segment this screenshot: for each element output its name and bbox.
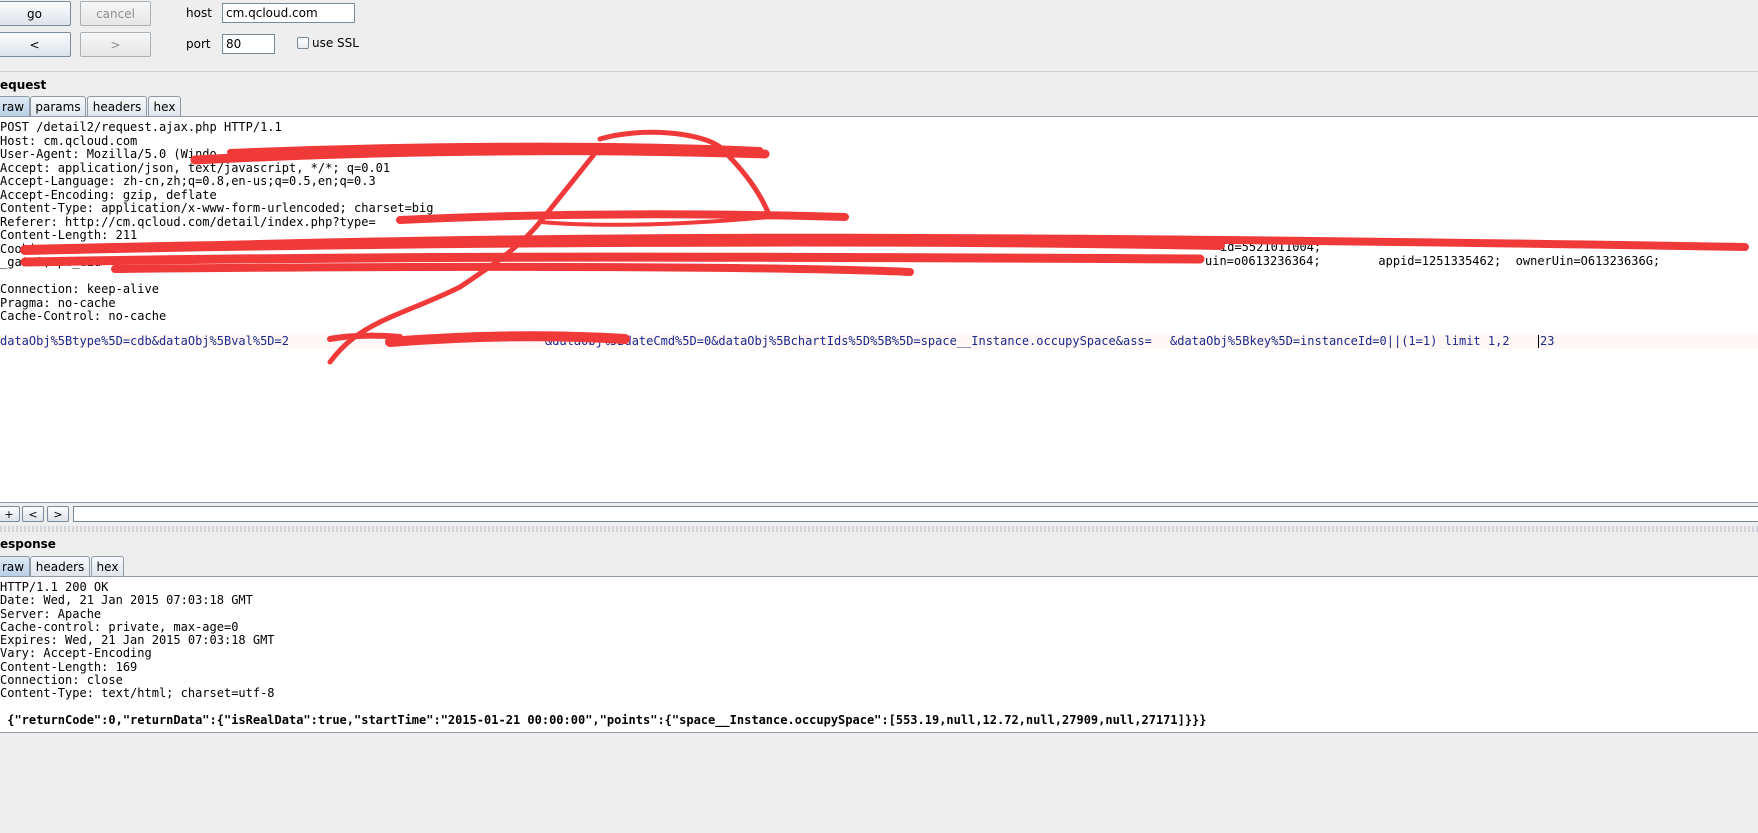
response-line: Expires: Wed, 21 Jan 2015 07:03:18 GMT (0, 633, 275, 648)
response-json-body: {"returnCode":0,"returnData":{"isRealDat… (0, 713, 1207, 727)
request-tab-raw[interactable]: raw (0, 96, 30, 116)
forward-button[interactable]: > (80, 32, 151, 57)
request-tab-params[interactable]: params (30, 96, 86, 116)
response-line: Content-Type: text/html; charset=utf-8 (0, 686, 275, 701)
use-ssl-checkbox[interactable] (297, 37, 309, 49)
pane-splitter[interactable] (0, 526, 1758, 532)
response-header-lines: HTTP/1.1 200 OK Date: Wed, 21 Jan 2015 07… (0, 580, 275, 700)
response-line: Vary: Accept-Encoding (0, 646, 152, 661)
host-input[interactable]: cm.qcloud.com (222, 3, 355, 23)
response-tab-raw[interactable]: raw (0, 556, 30, 576)
request-raw-editor[interactable]: POST /detail2/request.ajax.php HTTP/1.1 H… (0, 116, 1758, 503)
response-line: Cache-control: private, max-age=0 (0, 619, 239, 634)
response-tab-headers[interactable]: headers (30, 556, 90, 576)
response-raw-viewer[interactable]: HTTP/1.1 200 OK Date: Wed, 21 Jan 2015 07… (0, 576, 1758, 733)
go-button[interactable]: go (0, 1, 71, 26)
back-button[interactable]: < (0, 32, 71, 57)
use-ssl-label: use SSL (312, 36, 359, 50)
request-section-title: equest (0, 78, 47, 92)
response-section-title: esponse (0, 537, 56, 551)
response-line: Server: Apache (0, 606, 102, 621)
response-line: Content-Length: 169 (0, 659, 138, 674)
next-match-button[interactable]: > (47, 506, 69, 522)
response-line: Date: Wed, 21 Jan 2015 07:03:18 GMT (0, 593, 253, 608)
port-label: port (186, 37, 211, 51)
toolbar-divider (0, 71, 1758, 72)
cancel-button[interactable]: cancel (80, 1, 151, 26)
prev-match-button[interactable]: < (22, 506, 44, 522)
redaction-scribbles (20, 129, 1749, 365)
response-line: HTTP/1.1 200 OK (0, 580, 109, 594)
bottom-area (0, 733, 1758, 833)
add-button[interactable]: + (0, 506, 20, 522)
response-tab-hex[interactable]: hex (91, 556, 124, 576)
request-tab-hex[interactable]: hex (148, 96, 181, 116)
host-label: host (186, 6, 212, 20)
search-input[interactable] (73, 506, 1758, 522)
request-tab-headers[interactable]: headers (87, 96, 147, 116)
response-line: Connection: close (0, 673, 123, 688)
port-input[interactable]: 80 (222, 34, 275, 54)
